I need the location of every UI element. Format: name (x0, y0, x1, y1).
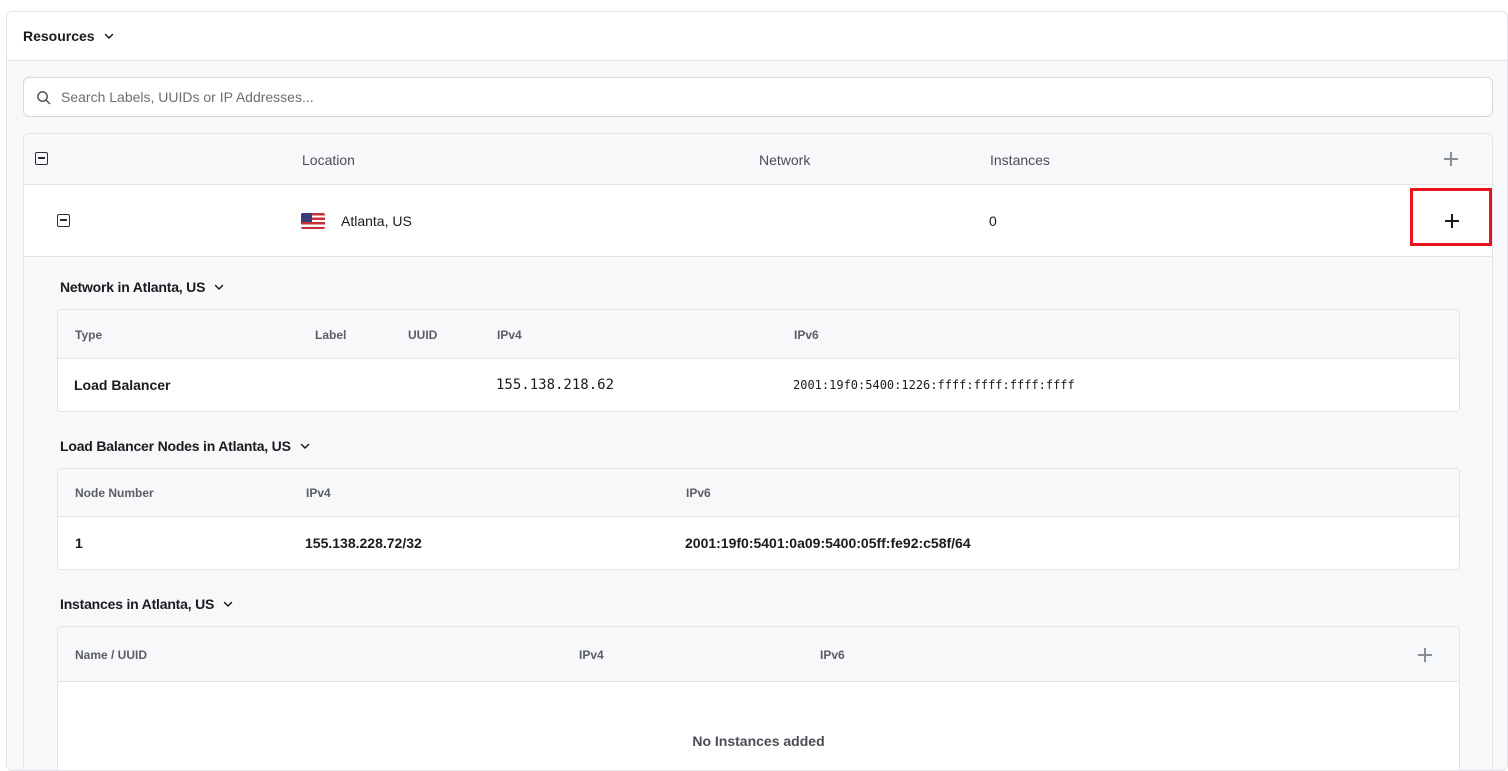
panel-header: Resources (7, 12, 1507, 61)
network-ipv6: 2001:19f0:5400:1226:ffff:ffff:ffff:ffff (793, 378, 1075, 392)
network-section-title: Network in Atlanta, US (60, 279, 206, 295)
chevron-down-icon (104, 33, 113, 39)
add-instance-icon[interactable] (1418, 648, 1432, 662)
column-location: Location (302, 152, 355, 168)
add-location-icon[interactable] (1444, 152, 1458, 166)
location-details: Network in Atlanta, US Type Label UUID I… (24, 257, 1492, 770)
location-row: Atlanta, US 0 (24, 185, 1492, 257)
search-input[interactable] (61, 89, 1461, 105)
network-section-toggle[interactable]: Network in Atlanta, US (60, 279, 225, 295)
network-type: Load Balancer (74, 377, 171, 393)
nodes-table-header: Node Number IPv4 IPv6 (58, 469, 1459, 517)
column-type: Type (75, 328, 103, 342)
search-icon (37, 90, 51, 104)
panel-title: Resources (23, 28, 95, 44)
network-table-header: Type Label UUID IPv4 IPv6 (58, 310, 1459, 359)
search-bar (23, 77, 1493, 117)
locations-table-header: Location Network Instances (24, 134, 1492, 185)
collapse-row-icon[interactable] (57, 214, 70, 227)
nodes-section-toggle[interactable]: Load Balancer Nodes in Atlanta, US (60, 438, 311, 454)
chevron-down-icon (300, 443, 309, 449)
us-flag-icon (301, 213, 325, 229)
column-uuid: UUID (408, 328, 438, 342)
nodes-section-title: Load Balancer Nodes in Atlanta, US (60, 438, 291, 454)
network-table: Type Label UUID IPv4 IPv6 Load Balancer … (57, 309, 1460, 412)
node-row: 1 155.138.228.72/32 2001:19f0:5401:0a09:… (58, 517, 1459, 569)
resources-toggle[interactable]: Resources (23, 28, 115, 44)
instances-count: 0 (989, 213, 997, 229)
column-ipv4: IPv4 (306, 486, 331, 500)
location-name: Atlanta, US (341, 213, 412, 229)
column-ipv6: IPv6 (820, 648, 845, 662)
column-ipv4: IPv4 (497, 328, 522, 342)
collapse-all-icon[interactable] (35, 152, 48, 165)
locations-table: Location Network Instances Atlanta, US 0… (23, 133, 1493, 770)
instances-section-title: Instances in Atlanta, US (60, 596, 215, 612)
column-ipv4: IPv4 (579, 648, 604, 662)
nodes-table: Node Number IPv4 IPv6 1 155.138.228.72/3… (57, 468, 1460, 570)
instances-empty-row: No Instances added (58, 682, 1459, 770)
column-name-uuid: Name / UUID (75, 648, 148, 662)
network-ipv4: 155.138.218.62 (496, 377, 615, 393)
column-instances: Instances (990, 152, 1050, 168)
node-number: 1 (75, 535, 83, 551)
chevron-down-icon (214, 284, 224, 290)
add-instance-icon[interactable] (1445, 214, 1459, 228)
instances-section-toggle[interactable]: Instances in Atlanta, US (60, 596, 234, 612)
column-ipv6: IPv6 (686, 486, 711, 500)
column-network: Network (759, 152, 811, 168)
column-label: Label (315, 328, 347, 342)
instances-table: Name / UUID IPv4 IPv6 No Instances added (57, 626, 1460, 770)
node-ipv4: 155.138.228.72/32 (305, 535, 422, 551)
column-ipv6: IPv6 (794, 328, 819, 342)
empty-state-text: No Instances added (692, 733, 825, 749)
resources-panel: Resources Location Network Instances Atl… (6, 11, 1508, 771)
network-row: Load Balancer 155.138.218.62 2001:19f0:5… (58, 359, 1459, 411)
column-node-number: Node Number (75, 486, 154, 500)
instances-table-header: Name / UUID IPv4 IPv6 (58, 627, 1459, 682)
node-ipv6: 2001:19f0:5401:0a09:5400:05ff:fe92:c58f/… (685, 535, 971, 551)
chevron-down-icon (223, 601, 233, 607)
